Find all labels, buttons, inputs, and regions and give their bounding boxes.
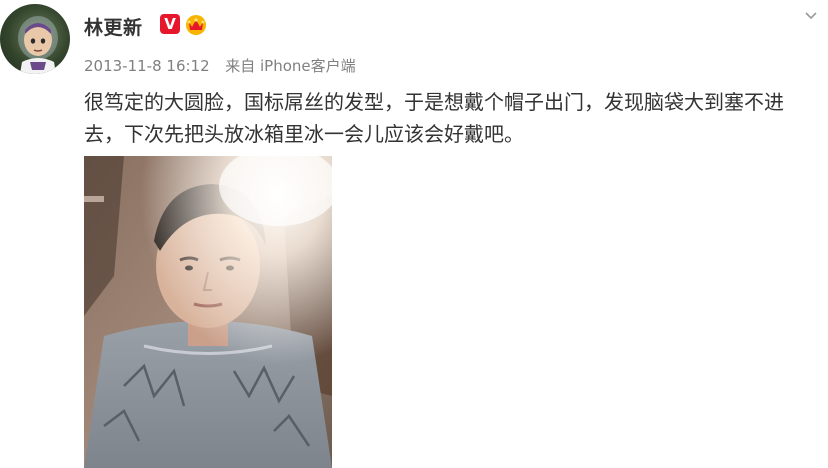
post-timestamp[interactable]: 2013-11-8 16:12 — [84, 57, 210, 75]
verified-badge: V — [160, 14, 180, 34]
avatar[interactable] — [0, 4, 70, 74]
selfie-photo-icon — [84, 156, 332, 468]
username[interactable]: 林更新 — [84, 13, 143, 40]
post-text: 很笃定的大圆脸，国标屌丝的发型，于是想戴个帽子出门，发现脑袋大到塞不进去，下次先… — [84, 90, 784, 146]
post-photo[interactable] — [84, 156, 332, 468]
buzz-lightyear-avatar-icon — [18, 16, 58, 74]
source-prefix: 来自 — [225, 57, 256, 75]
post-meta: 2013-11-8 16:12 来自 iPhone客户端 — [84, 55, 356, 76]
weibo-post: 林更新 V 2013-11-8 16:12 来自 iPhone客户端 很笃定的大… — [0, 0, 828, 468]
crown-badge-icon — [184, 12, 208, 36]
chevron-down-icon[interactable] — [804, 8, 818, 22]
post-source[interactable]: iPhone客户端 — [260, 57, 356, 75]
